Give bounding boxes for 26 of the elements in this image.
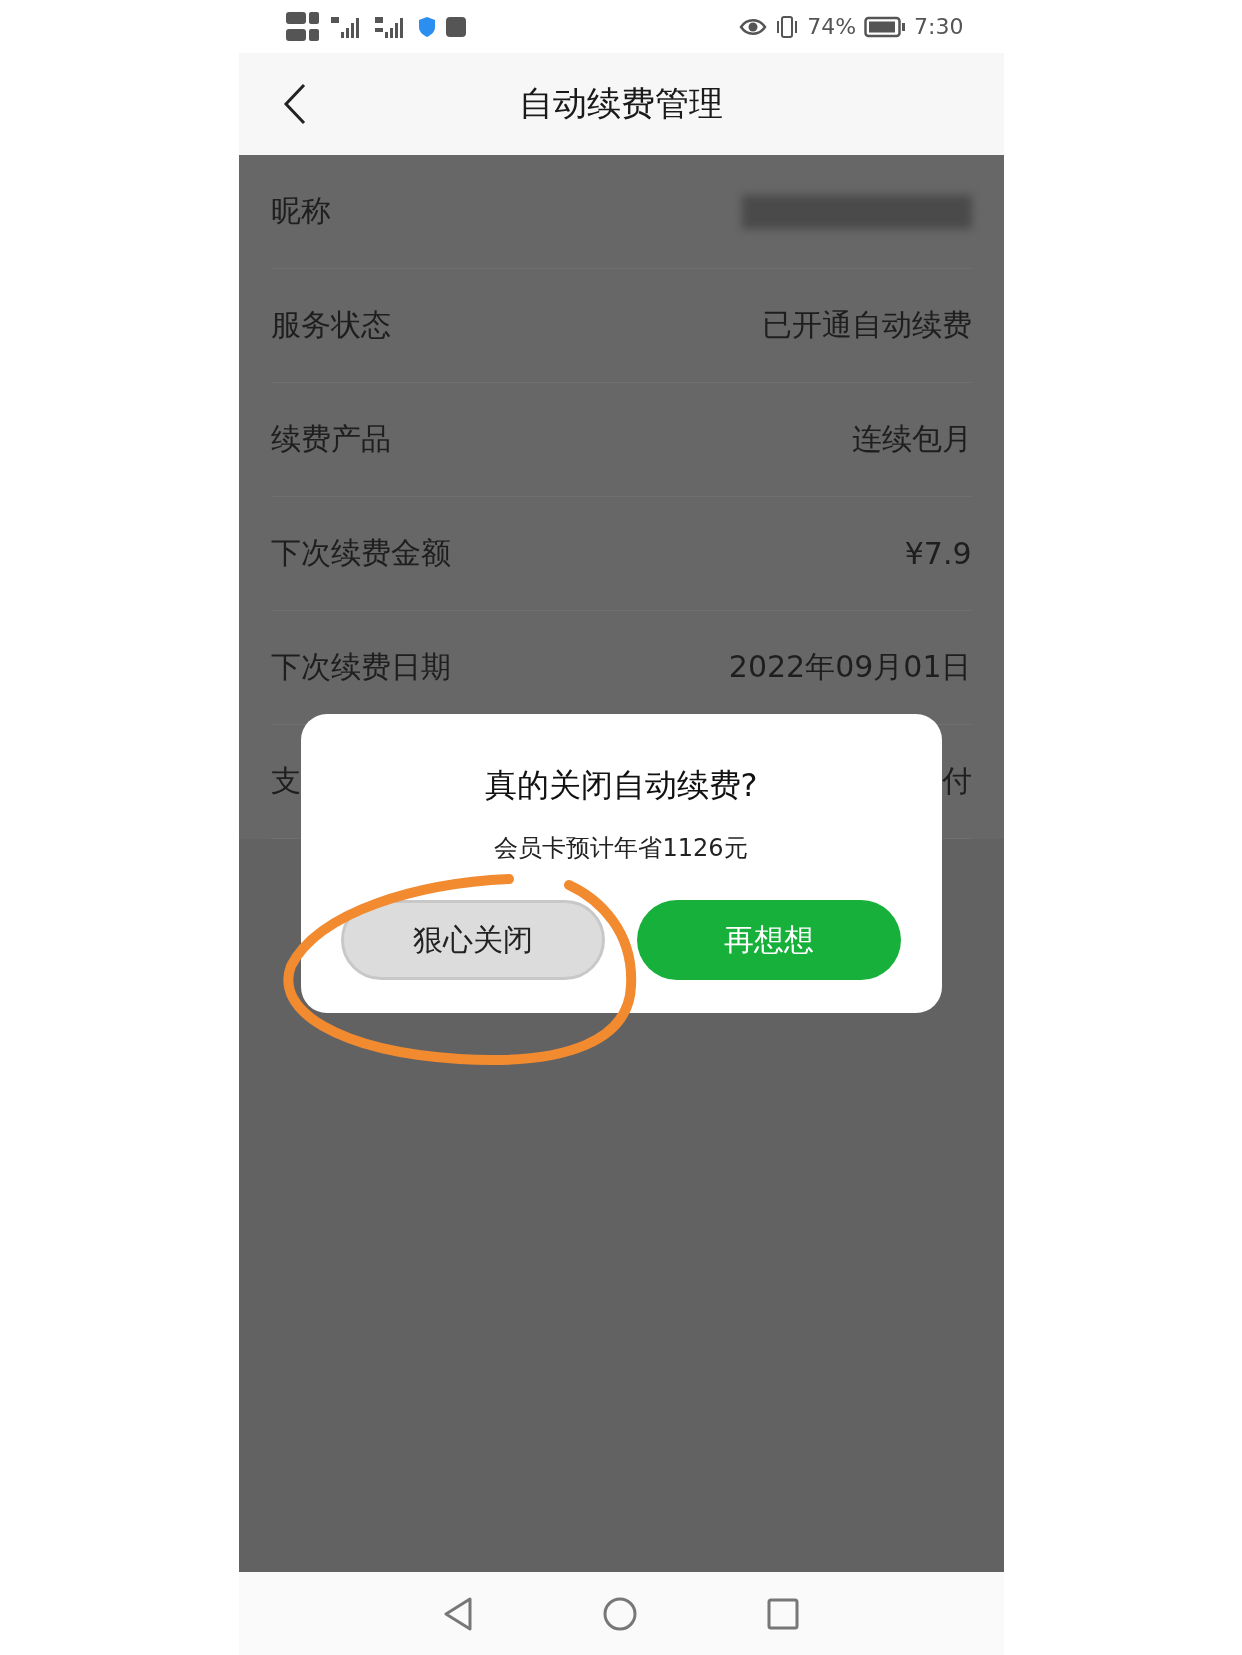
clock-time: 7:30 [914,14,964,39]
app-icon [444,15,467,38]
row-value: ¥7.9 [904,536,972,571]
row-value: 付 [941,762,972,800]
close-button[interactable]: 狠心关闭 [341,900,605,980]
back-icon[interactable] [282,83,307,125]
row-label: 下次续费日期 [270,648,451,686]
row-value: 连续包月 [851,420,972,458]
sim-icon [284,9,321,44]
row-label: 下次续费金额 [270,534,451,572]
home-icon[interactable] [603,1596,637,1631]
shield-icon [416,15,437,38]
row-label: 支 [270,762,301,800]
battery-icon [864,15,907,38]
page-title: 自动续费管理 [519,82,723,125]
eye-icon [739,16,768,37]
dialog-message: 会员卡预计年省1126元 [494,833,748,864]
row-value: 已开通自动续费 [761,306,972,344]
recents-icon[interactable] [767,1597,799,1630]
row-label: 服务状态 [270,306,391,344]
row-value: 2022年09月01日 [728,648,972,686]
row-label: 续费产品 [270,420,391,458]
row-label: 昵称 [270,192,331,230]
dialog-title: 真的关闭自动续费? [484,765,758,806]
vibrate-icon [775,14,800,39]
battery-percent: 74% [807,14,857,39]
